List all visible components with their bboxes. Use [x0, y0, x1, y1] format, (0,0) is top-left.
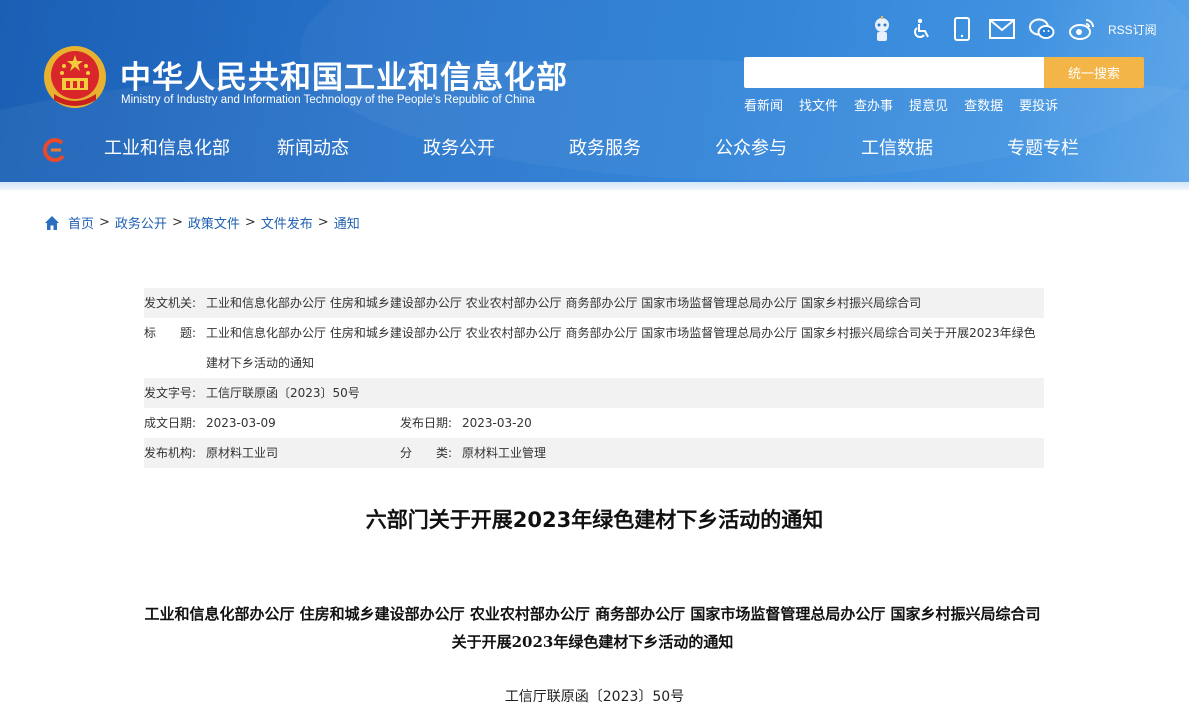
meta-row-doc-number: 发文字号: 工信厅联原函〔2023〕50号: [144, 378, 1044, 408]
breadcrumb-document-release[interactable]: 文件发布: [261, 213, 313, 232]
search-button[interactable]: 统一搜索: [1044, 57, 1144, 88]
header-tools: RSS订阅: [868, 14, 1157, 44]
created-date-label: 成文日期:: [144, 416, 197, 430]
published-date-cell: 发布日期: 2023-03-20: [400, 408, 656, 438]
accessibility-icon[interactable]: [908, 15, 936, 43]
breadcrumb-home[interactable]: 首页: [68, 213, 94, 232]
org-value: 原材料工业司: [206, 446, 279, 460]
quick-link-news[interactable]: 看新闻: [744, 95, 783, 114]
weibo-icon[interactable]: [1068, 15, 1096, 43]
nav-item-topics[interactable]: 专题专栏: [970, 133, 1116, 165]
mobile-icon[interactable]: [948, 15, 976, 43]
meta-row-title: 标 题: 工业和信息化部办公厅 住房和城乡建设部办公厅 农业农村部办公厅 商务部…: [144, 318, 1044, 378]
breadcrumb-policy-documents[interactable]: 政策文件: [188, 213, 240, 232]
breadcrumb-separator: >: [99, 215, 110, 230]
main-nav: 工业和信息化部 新闻动态 政务公开 政务服务 公众参与 工信数据 专题专栏: [94, 133, 1164, 165]
rss-link[interactable]: RSS订阅: [1108, 21, 1157, 38]
quick-link-feedback[interactable]: 提意见: [909, 95, 948, 114]
category-value: 原材料工业管理: [462, 446, 547, 460]
wechat-icon[interactable]: [1028, 15, 1056, 43]
miit-logo-icon[interactable]: [42, 137, 68, 163]
document-meta-table: 发文机关: 工业和信息化部办公厅 住房和城乡建设部办公厅 农业农村部办公厅 商务…: [144, 288, 1044, 468]
breadcrumb: 首页 > 政务公开 > 政策文件 > 文件发布 > 通知: [44, 213, 360, 232]
title-value: 工业和信息化部办公厅 住房和城乡建设部办公厅 农业农村部办公厅 商务部办公厅 国…: [206, 326, 1036, 370]
site-subtitle: Ministry of Industry and Information Tec…: [121, 94, 535, 106]
title-label: 标 题:: [144, 326, 197, 340]
nav-item-news[interactable]: 新闻动态: [240, 133, 386, 165]
national-emblem-icon[interactable]: [42, 44, 108, 110]
quick-link-data[interactable]: 查数据: [964, 95, 1003, 114]
created-date-cell: 成文日期: 2023-03-09: [144, 408, 400, 438]
quick-link-complaint[interactable]: 要投诉: [1019, 95, 1058, 114]
published-date-value: 2023-03-20: [462, 416, 532, 430]
document-title: 六部门关于开展2023年绿色建材下乡活动的通知: [365, 508, 824, 532]
meta-row-org: 发布机构: 原材料工业司 分 类: 原材料工业管理: [144, 438, 1044, 468]
breadcrumb-open-government[interactable]: 政务公开: [115, 213, 167, 232]
document-number: 工信厅联原函〔2023〕50号: [504, 689, 685, 705]
issuer-value: 工业和信息化部办公厅 住房和城乡建设部办公厅 农业农村部办公厅 商务部办公厅 国…: [206, 296, 922, 310]
site-title[interactable]: 中华人民共和国工业和信息化部: [120, 52, 568, 97]
robot-assistant-icon[interactable]: [868, 15, 896, 43]
nav-item-ministry[interactable]: 工业和信息化部: [94, 133, 240, 165]
created-date-value: 2023-03-09: [206, 416, 276, 430]
meta-row-issuer: 发文机关: 工业和信息化部办公厅 住房和城乡建设部办公厅 农业农村部办公厅 商务…: [144, 288, 1044, 318]
nav-item-services[interactable]: 政务服务: [532, 133, 678, 165]
published-date-label: 发布日期:: [400, 416, 453, 430]
doc-number-value: 工信厅联原函〔2023〕50号: [206, 386, 360, 400]
document-subtitle: 工业和信息化部办公厅 住房和城乡建设部办公厅 农业农村部办公厅 商务部办公厅 国…: [144, 605, 1041, 651]
org-cell: 发布机构: 原材料工业司: [144, 438, 400, 468]
category-label: 分 类:: [400, 446, 453, 460]
issuer-label: 发文机关:: [144, 296, 197, 310]
breadcrumb-separator: >: [244, 215, 256, 230]
nav-item-data[interactable]: 工信数据: [824, 133, 970, 165]
search-input[interactable]: [744, 57, 1044, 88]
header-divider: [0, 182, 1189, 190]
nav-item-public-participation[interactable]: 公众参与: [678, 133, 824, 165]
breadcrumb-separator: >: [171, 215, 183, 230]
doc-number-label: 发文字号:: [144, 386, 197, 400]
category-cell: 分 类: 原材料工业管理: [400, 438, 656, 468]
mail-icon[interactable]: [988, 15, 1016, 43]
quick-link-files[interactable]: 找文件: [799, 95, 838, 114]
home-icon[interactable]: [44, 215, 60, 231]
org-label: 发布机构:: [144, 446, 197, 460]
quick-link-services[interactable]: 查办事: [854, 95, 893, 114]
meta-row-dates: 成文日期: 2023-03-09 发布日期: 2023-03-20: [144, 408, 1044, 438]
nav-item-open-government[interactable]: 政务公开: [386, 133, 532, 165]
breadcrumb-separator: >: [317, 215, 329, 230]
breadcrumb-notice[interactable]: 通知: [334, 213, 360, 232]
quick-links: 看新闻 找文件 查办事 提意见 查数据 要投诉: [744, 95, 1074, 114]
site-header: 中华人民共和国工业和信息化部 Ministry of Industry and …: [0, 0, 1189, 190]
